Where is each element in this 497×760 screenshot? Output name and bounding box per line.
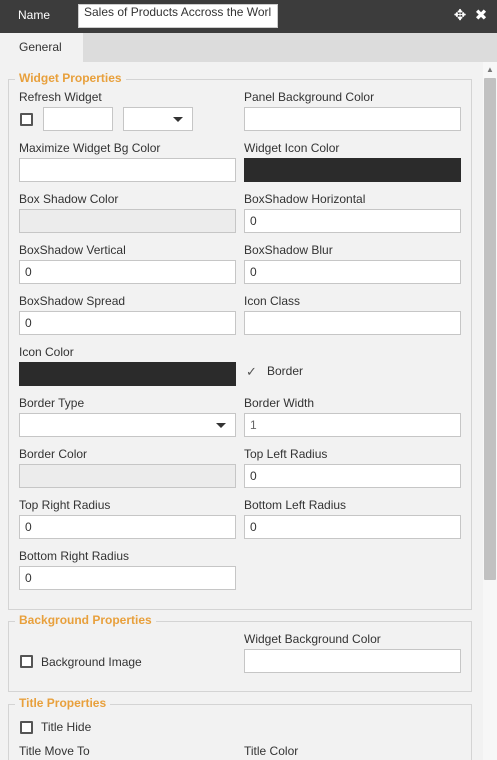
title-bar: Name Sales of Products Accross the Worl … — [0, 0, 497, 33]
icon-color-input[interactable] — [19, 362, 236, 386]
widget-properties-group: Widget Properties Refresh Widget Panel B… — [8, 70, 472, 610]
border-width-label: Border Width — [244, 396, 315, 410]
boxshadow-vertical-label: BoxShadow Vertical — [19, 243, 126, 257]
scroll-thumb[interactable] — [484, 78, 496, 580]
move-icon[interactable]: ✥ — [452, 7, 468, 25]
border-color-label: Border Color — [19, 447, 88, 461]
border-width-input[interactable]: 1 — [244, 413, 461, 437]
widget-bg-color-label: Widget Background Color — [244, 632, 381, 646]
tab-bar: General — [0, 33, 497, 62]
properties-panel: Widget Properties Refresh Widget Panel B… — [0, 62, 483, 760]
icon-class-input[interactable] — [244, 311, 461, 335]
scrollbar[interactable]: ▲ — [483, 62, 497, 760]
refresh-widget-select[interactable] — [123, 107, 193, 131]
scroll-up-icon[interactable]: ▲ — [485, 65, 495, 75]
background-image-label: Background Image — [41, 655, 142, 669]
widget-bg-color-input[interactable] — [244, 649, 461, 673]
boxshadow-spread-label: BoxShadow Spread — [19, 294, 126, 308]
close-icon[interactable]: ✖ — [473, 7, 489, 25]
panel-bg-color-input[interactable] — [244, 107, 461, 131]
icon-color-label: Icon Color — [19, 345, 74, 359]
boxshadow-blur-label: BoxShadow Blur — [244, 243, 333, 257]
background-properties-group: Background Properties Background Image W… — [8, 612, 472, 692]
background-properties-legend: Background Properties — [15, 612, 156, 628]
top-right-radius-label: Top Right Radius — [19, 498, 111, 512]
refresh-widget-label: Refresh Widget — [19, 90, 102, 104]
boxshadow-blur-input[interactable]: 0 — [244, 260, 461, 284]
name-label: Name — [18, 8, 51, 22]
maximize-bg-color-input[interactable] — [19, 158, 236, 182]
icon-class-label: Icon Class — [244, 294, 301, 308]
bottom-right-radius-input[interactable]: 0 — [19, 566, 236, 590]
border-label: Border — [267, 364, 304, 378]
boxshadow-horizontal-input[interactable]: 0 — [244, 209, 461, 233]
top-left-radius-label: Top Left Radius — [244, 447, 328, 461]
maximize-bg-color-label: Maximize Widget Bg Color — [19, 141, 161, 155]
border-checkbox[interactable]: ✓ — [245, 365, 258, 378]
border-color-input[interactable] — [19, 464, 236, 488]
panel-bg-color-label: Panel Background Color — [244, 90, 375, 104]
refresh-widget-checkbox[interactable] — [20, 113, 33, 126]
widget-icon-color-input[interactable] — [244, 158, 461, 182]
name-input[interactable]: Sales of Products Accross the Worl — [78, 4, 278, 28]
bottom-right-radius-label: Bottom Right Radius — [19, 549, 130, 563]
title-properties-legend: Title Properties — [15, 695, 111, 711]
title-properties-group: Title Properties Title Hide Title Move T… — [8, 695, 472, 760]
title-color-label: Title Color — [244, 744, 299, 758]
bottom-left-radius-input[interactable]: 0 — [244, 515, 461, 539]
bottom-left-radius-label: Bottom Left Radius — [244, 498, 347, 512]
tab-general[interactable]: General — [0, 33, 83, 62]
chevron-down-icon — [216, 423, 226, 428]
boxshadow-vertical-input[interactable]: 0 — [19, 260, 236, 284]
chevron-down-icon — [173, 117, 183, 122]
boxshadow-spread-input[interactable]: 0 — [19, 311, 236, 335]
checkmark-icon: ✓ — [246, 364, 257, 379]
top-left-radius-input[interactable]: 0 — [244, 464, 461, 488]
widget-properties-legend: Widget Properties — [15, 70, 126, 86]
widget-icon-color-label: Widget Icon Color — [244, 141, 340, 155]
title-move-to-label: Title Move To — [19, 744, 90, 758]
refresh-widget-input[interactable] — [43, 107, 113, 131]
border-type-select[interactable] — [19, 413, 236, 437]
box-shadow-color-input[interactable] — [19, 209, 236, 233]
top-right-radius-input[interactable]: 0 — [19, 515, 236, 539]
box-shadow-color-label: Box Shadow Color — [19, 192, 119, 206]
border-type-label: Border Type — [19, 396, 85, 410]
background-image-checkbox[interactable] — [20, 655, 33, 668]
title-hide-label: Title Hide — [41, 720, 92, 734]
boxshadow-horizontal-label: BoxShadow Horizontal — [244, 192, 366, 206]
title-hide-checkbox[interactable] — [20, 721, 33, 734]
